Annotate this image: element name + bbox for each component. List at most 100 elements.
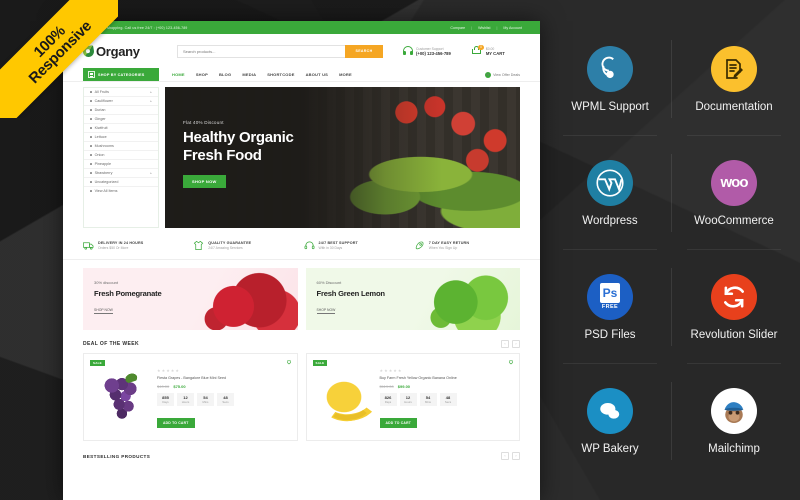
bullet-icon xyxy=(90,127,92,129)
grid-item-woocommerce[interactable]: woo WooCommerce xyxy=(672,136,796,250)
grid-item-label: PSD Files xyxy=(584,328,636,341)
topbar-link-compare[interactable]: Compare xyxy=(450,26,465,30)
rating-stars: ★ ★ ★ ★ ★ xyxy=(379,368,402,373)
ribbon-text: 100% Responsive xyxy=(15,7,95,87)
customer-support: Customer Support (+00) 123-456-789 xyxy=(403,46,451,56)
promo-kicker: 30% discount xyxy=(94,280,119,285)
woocommerce-icon: woo xyxy=(711,159,757,206)
feature-strip: DELIVERY IN 24 HOURS Orders $50 Or More … xyxy=(63,232,540,260)
bullet-icon xyxy=(90,154,92,156)
promo-shop-now-button[interactable]: SHOP NOW xyxy=(316,308,336,314)
topbar-link-wishlist[interactable]: Wishlist xyxy=(478,26,490,30)
bullet-icon xyxy=(90,181,92,183)
shirt-icon xyxy=(194,240,204,250)
nav-item-more[interactable]: MORE xyxy=(339,72,352,77)
countdown-hours: 12 Hours xyxy=(399,392,417,406)
feature-title: DELIVERY IN 24 HOURS xyxy=(98,241,144,245)
sidebar-item-label: Uncategorized xyxy=(94,180,119,184)
bullet-icon xyxy=(90,118,92,120)
sidebar-item-view-all[interactable]: View All Items xyxy=(84,187,158,195)
hero-kicker: Flat 40% Discount xyxy=(183,120,224,125)
grid-item-label: WooCommerce xyxy=(694,214,774,227)
chevron-right-icon: ▸ xyxy=(150,99,152,103)
menu-links: HOME SHOP BLOG MEDIA SHORTCODE ABOUT US … xyxy=(159,68,352,81)
grid-item-label: Documentation xyxy=(695,100,773,113)
add-to-cart-button[interactable]: ADD TO CART xyxy=(157,417,195,428)
feature-title: 24/7 BEST SUPPORT xyxy=(318,241,358,245)
sidebar-item-mushrooms[interactable]: Mushrooms xyxy=(84,142,158,151)
price-old: $40.00 xyxy=(157,383,170,389)
grid-item-documentation[interactable]: Documentation xyxy=(672,22,796,136)
hero-shop-now-button[interactable]: SHOP NOW xyxy=(183,175,226,189)
heart-icon[interactable] xyxy=(508,359,514,365)
hero-title-line-1: Healthy Organic xyxy=(183,129,294,146)
cart-widget[interactable]: 0 $0.00 MY CART xyxy=(471,44,505,57)
add-to-cart-button[interactable]: ADD TO CART xyxy=(379,417,417,428)
screenshot-root: Good luck with shopping. Call us free 24… xyxy=(0,0,800,500)
search-input[interactable] xyxy=(177,44,345,58)
feature-subtitle: When You Sign Up xyxy=(428,246,458,250)
product-card[interactable]: SALE ★ ★ ★ ★ ★ Fiesta Grapes - Bangalore Blu… xyxy=(83,353,298,441)
sale-badge: SALE xyxy=(312,360,328,366)
grid-item-wpml-support[interactable]: WPML Support xyxy=(548,22,672,136)
sidebar-item-uncategorized[interactable]: Uncategorized xyxy=(84,178,158,187)
countdown-unit: Hours xyxy=(181,399,190,404)
sidebar-item-onion[interactable]: Onion xyxy=(84,151,158,160)
chevron-right-icon: ▸ xyxy=(150,171,152,175)
nav-item-media[interactable]: MEDIA xyxy=(242,72,256,77)
sidebar-item-lettuce[interactable]: Lettuce xyxy=(84,133,158,142)
nav-item-shop[interactable]: SHOP xyxy=(196,72,208,77)
product-card[interactable]: SALE ★ ★ ★ ★ ★ Buy Farm Fresh Yellow Organic… xyxy=(305,353,520,441)
countdown-days: 855 Days xyxy=(157,392,174,406)
carousel-next-button[interactable]: › xyxy=(512,340,520,348)
grid-item-wordpress[interactable]: Wordpress xyxy=(548,136,672,250)
heart-icon[interactable] xyxy=(286,359,292,365)
product-name[interactable]: Buy Farm Fresh Yellow Organic Banana Onl… xyxy=(380,376,514,381)
carousel-next-button[interactable]: › xyxy=(512,452,520,460)
promo-shop-now-button[interactable]: SHOP NOW xyxy=(94,308,113,314)
bullet-icon xyxy=(90,163,92,165)
sidebar-item-label: View All Items xyxy=(94,189,118,193)
product-name[interactable]: Fiesta Grapes - Bangalore Blue Mini Seed xyxy=(157,376,291,381)
grid-item-wp-bakery[interactable]: WP Bakery xyxy=(548,364,672,478)
tag-icon: % xyxy=(484,71,491,78)
countdown-unit: Days xyxy=(384,399,392,404)
free-label: FREE xyxy=(601,304,619,310)
section-title: DEAL OF THE WEEK xyxy=(83,341,140,347)
deal-section-header: DEAL OF THE WEEK ‹ › xyxy=(63,330,540,353)
promo-kicker: 60% Discount xyxy=(316,280,342,285)
headset-icon xyxy=(403,46,413,56)
feature-title: QUALITY GUARANTEE xyxy=(208,241,252,245)
search-button[interactable]: SEARCH xyxy=(345,44,383,58)
bakery-icon xyxy=(587,387,633,434)
hero-title-line-2: Fresh Food xyxy=(183,146,262,164)
grid-item-mailchimp[interactable]: Mailchimp xyxy=(672,364,796,478)
chevron-right-icon: ▸ xyxy=(150,90,152,94)
countdown-secs: 48 Secs xyxy=(439,392,457,406)
sidebar-item-strawberry[interactable]: Strawberry ▸ xyxy=(84,169,158,178)
nav-item-shortcode[interactable]: SHORTCODE xyxy=(267,72,294,77)
bestselling-section-header: BESTSELLING PRODUCTS ‹ › xyxy=(63,441,540,460)
grid-item-psd-files[interactable]: Ps FREE PSD Files xyxy=(548,250,672,364)
nav-item-home[interactable]: HOME xyxy=(172,72,185,77)
carousel-prev-button[interactable]: ‹ xyxy=(501,452,509,460)
view-offer-deals[interactable]: % View Offer Deals xyxy=(484,68,520,81)
promo-pomegranate[interactable]: 30% discount Fresh Pomegranate SHOP NOW xyxy=(83,268,298,330)
headset-icon xyxy=(304,241,314,250)
countdown-mins: 54 Mins xyxy=(419,392,437,406)
sidebar-item-kiwifruit[interactable]: Kiwifruit xyxy=(84,124,158,133)
wpml-icon xyxy=(587,45,633,92)
carousel-prev-button[interactable]: ‹ xyxy=(501,340,509,348)
feature-support: 24/7 BEST SUPPORT With in 30 Days xyxy=(304,240,410,251)
nav-item-about-us[interactable]: ABOUT US xyxy=(306,72,329,77)
feature-subtitle: With in 30 Days xyxy=(318,246,343,250)
cart-count-badge: 0 xyxy=(478,44,484,50)
sidebar-item-pineapple[interactable]: Pineapple xyxy=(84,160,158,169)
promo-lemon[interactable]: 60% Discount Fresh Green Lemon SHOP NOW xyxy=(306,268,520,330)
document-icon xyxy=(711,45,757,92)
topbar-link-my-account[interactable]: My Account xyxy=(503,26,522,30)
grid-item-revolution-slider[interactable]: Revolution Slider xyxy=(672,250,796,364)
bullet-icon xyxy=(90,136,92,138)
nav-item-blog[interactable]: BLOG xyxy=(219,72,231,77)
bullet-icon xyxy=(90,145,92,147)
